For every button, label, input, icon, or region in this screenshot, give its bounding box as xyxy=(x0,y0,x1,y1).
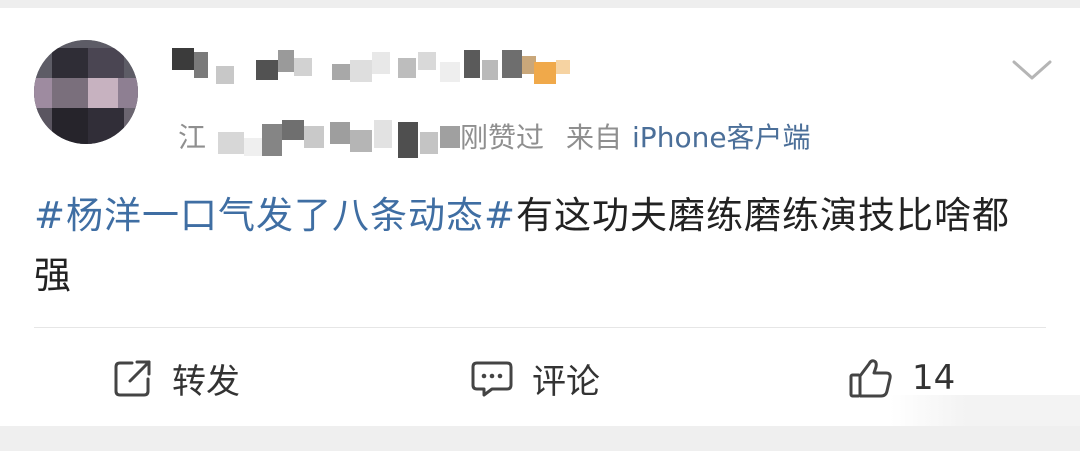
repost-label: 转发 xyxy=(172,361,240,402)
edge-fade xyxy=(890,395,1080,426)
avatar[interactable] xyxy=(34,40,138,144)
repost-button[interactable]: 转发 xyxy=(112,352,240,404)
chevron-down-icon[interactable] xyxy=(1010,56,1054,86)
post-text: #杨洋一口气发了八条动态#有这功夫磨练磨练演技比啥都强 xyxy=(34,186,1046,306)
username-redacted[interactable] xyxy=(172,38,592,94)
source-prefix: 来自 xyxy=(566,121,623,154)
meta-redacted xyxy=(214,116,464,160)
like-count: 14 xyxy=(912,358,956,398)
repost-icon xyxy=(112,357,154,399)
comment-icon xyxy=(470,357,514,399)
location-prefix: 江 xyxy=(178,121,207,154)
divider xyxy=(34,327,1046,328)
topic-hashtag-link[interactable]: #杨洋一口气发了八条动态# xyxy=(34,194,516,237)
bottom-separator xyxy=(0,426,1080,451)
client-link[interactable]: iPhone客户端 xyxy=(632,121,811,154)
liked-status: 刚赞过 xyxy=(460,121,545,154)
comment-label: 评论 xyxy=(532,361,600,402)
comment-button[interactable]: 评论 xyxy=(470,352,600,404)
thumbs-up-icon xyxy=(848,356,894,400)
top-separator xyxy=(0,0,1080,8)
